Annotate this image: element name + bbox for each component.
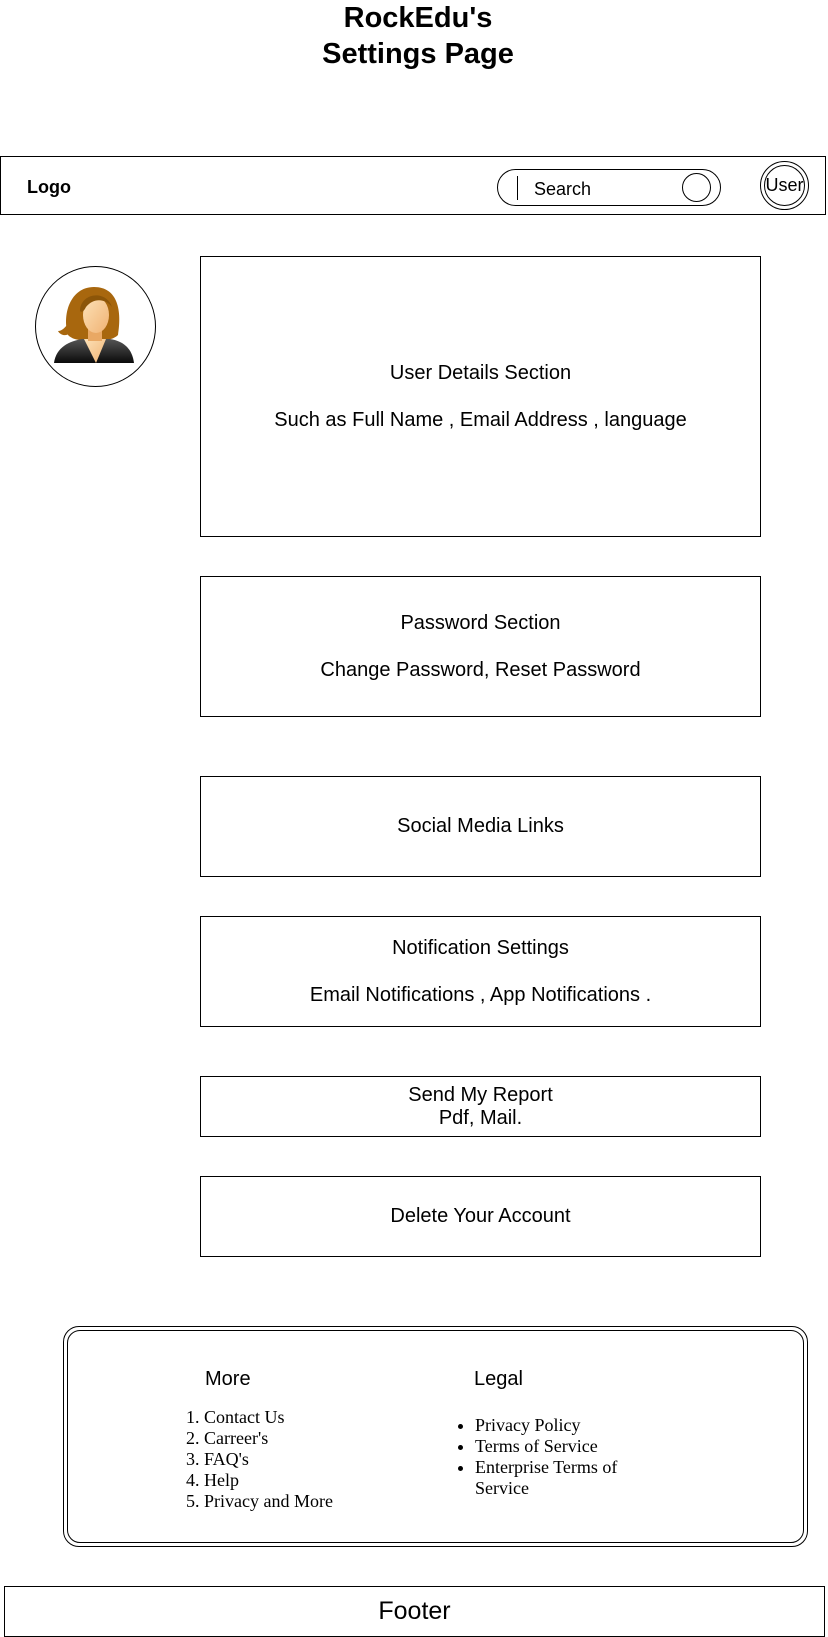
notification-detail: Email Notifications , App Notifications … xyxy=(309,983,652,1006)
notification-settings-section[interactable]: Notification Settings Email Notification… xyxy=(200,916,761,1027)
more-list: Contact Us Carreer's FAQ's Help Privacy … xyxy=(185,1407,333,1512)
page-title-line1: RockEdu's xyxy=(343,2,493,34)
footer-links-panel: More Contact Us Carreer's FAQ's Help Pri… xyxy=(63,1326,808,1547)
user-details-title: User Details Section xyxy=(389,361,572,384)
page-title-line2: Settings Page xyxy=(322,38,514,70)
user-button[interactable]: User xyxy=(760,161,809,210)
social-media-title: Social Media Links xyxy=(397,815,564,837)
password-title: Password Section xyxy=(400,611,561,634)
legal-item-terms[interactable]: Terms of Service xyxy=(475,1436,665,1457)
more-item-help[interactable]: Help xyxy=(204,1470,333,1491)
more-item-contact[interactable]: Contact Us xyxy=(204,1407,333,1428)
report-detail: Pdf, Mail. xyxy=(438,1106,523,1129)
social-media-section[interactable]: Social Media Links xyxy=(200,776,761,877)
page-title: RockEdu's Settings Page xyxy=(0,0,828,72)
avatar-icon xyxy=(54,287,134,363)
search-button[interactable] xyxy=(682,173,711,202)
legal-heading: Legal xyxy=(474,1368,523,1390)
legal-item-privacy[interactable]: Privacy Policy xyxy=(475,1415,665,1436)
user-details-section[interactable]: User Details Section Such as Full Name ,… xyxy=(200,256,761,537)
password-detail: Change Password, Reset Password xyxy=(320,658,641,681)
footer-label: Footer xyxy=(378,1597,451,1625)
text-cursor xyxy=(517,176,518,200)
more-item-faqs[interactable]: FAQ's xyxy=(204,1449,333,1470)
legal-item-enterprise-terms[interactable]: Enterprise Terms of Service xyxy=(475,1457,665,1499)
search-input[interactable]: Search xyxy=(497,169,721,206)
footer: Footer xyxy=(4,1586,825,1637)
user-details-detail: Such as Full Name , Email Address , lang… xyxy=(274,408,687,431)
delete-title: Delete Your Account xyxy=(390,1205,571,1227)
more-item-careers[interactable]: Carreer's xyxy=(204,1428,333,1449)
avatar[interactable] xyxy=(35,266,156,387)
logo[interactable]: Logo xyxy=(27,177,71,198)
search-placeholder: Search xyxy=(534,179,592,199)
notification-title: Notification Settings xyxy=(392,936,569,959)
report-title: Send My Report xyxy=(408,1083,553,1106)
user-label: User xyxy=(764,165,805,206)
password-section[interactable]: Password Section Change Password, Reset … xyxy=(200,576,761,717)
delete-account-section[interactable]: Delete Your Account xyxy=(200,1176,761,1257)
legal-list: Privacy Policy Terms of Service Enterpri… xyxy=(455,1415,665,1499)
more-item-privacy-more[interactable]: Privacy and More xyxy=(204,1491,333,1512)
send-report-section[interactable]: Send My Report Pdf, Mail. xyxy=(200,1076,761,1137)
more-heading: More xyxy=(205,1368,251,1390)
header-bar: Logo Search User xyxy=(0,156,826,215)
